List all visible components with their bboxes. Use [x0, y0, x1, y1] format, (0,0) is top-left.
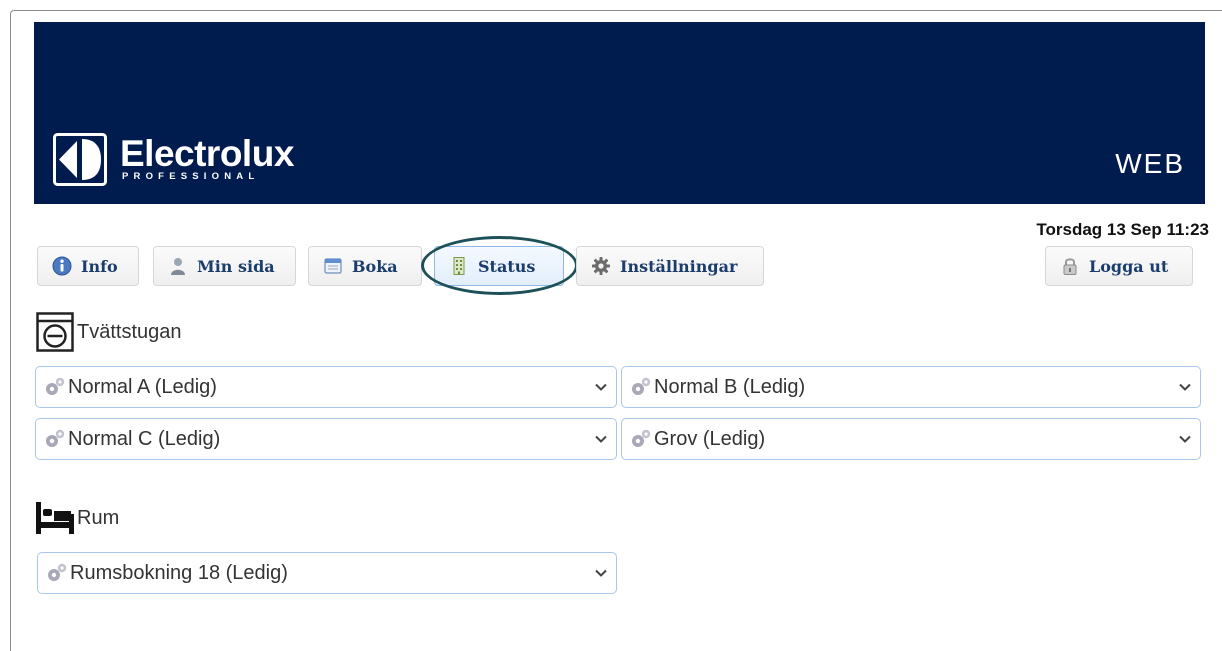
- gears-icon: [46, 563, 68, 583]
- electrolux-logo-icon: [53, 133, 107, 186]
- logout-button[interactable]: Logga ut: [1045, 246, 1193, 286]
- nav-min-sida-label: Min sida: [197, 256, 275, 276]
- laundry-title-text: Tvättstugan: [77, 320, 182, 343]
- current-datetime: Torsdag 13 Sep 11:23: [1036, 220, 1209, 239]
- nav-status-label: Status: [478, 256, 536, 276]
- electrolux-logo: Electrolux PROFESSIONAL: [53, 133, 294, 189]
- product-name: WEB: [1115, 148, 1185, 179]
- gears-icon: [630, 377, 652, 397]
- nav-boka-button[interactable]: Boka: [308, 246, 422, 286]
- chevron-down-icon: [595, 569, 607, 577]
- chevron-down-icon: [595, 383, 607, 391]
- calendar-icon: [323, 256, 343, 276]
- machine-select-normal-c[interactable]: Normal C (Ledig): [35, 418, 617, 460]
- room-select-rumsbokning-18[interactable]: Rumsbokning 18 (Ledig): [37, 552, 617, 594]
- nav-installningar-label: Inställningar: [620, 256, 738, 276]
- rooms-title-text: Rum: [77, 506, 120, 529]
- lock-icon: [1060, 256, 1080, 276]
- chevron-down-icon: [1179, 383, 1191, 391]
- machine-select-normal-a[interactable]: Normal A (Ledig): [35, 366, 617, 408]
- machine-label: Normal B (Ledig): [654, 375, 806, 398]
- logo-subtitle: PROFESSIONAL: [122, 171, 260, 182]
- bed-icon: [36, 502, 74, 534]
- chevron-down-icon: [1179, 435, 1191, 443]
- room-label: Rumsbokning 18 (Ledig): [70, 561, 288, 584]
- machine-label: Normal C (Ledig): [68, 427, 221, 450]
- info-icon: [52, 256, 72, 276]
- rooms-section-title: Rum: [36, 500, 119, 536]
- gears-icon: [44, 429, 66, 449]
- machine-label: Grov (Ledig): [654, 427, 766, 450]
- user-icon: [168, 256, 188, 276]
- nav-boka-label: Boka: [352, 256, 398, 276]
- washing-machine-icon: [36, 312, 74, 352]
- header-banner: Electrolux PROFESSIONAL WEB: [34, 22, 1205, 204]
- chevron-down-icon: [595, 435, 607, 443]
- machine-select-normal-b[interactable]: Normal B (Ledig): [621, 366, 1201, 408]
- machine-label: Normal A (Ledig): [68, 375, 217, 398]
- nav-info-button[interactable]: Info: [37, 246, 139, 286]
- laundry-section-title: Tvättstugan: [36, 312, 182, 352]
- nav-min-sida-button[interactable]: Min sida: [153, 246, 296, 286]
- nav-status-button[interactable]: Status: [434, 246, 564, 286]
- nav-info-label: Info: [81, 256, 118, 276]
- machine-select-grov[interactable]: Grov (Ledig): [621, 418, 1201, 460]
- building-icon: [449, 256, 469, 276]
- gears-icon: [630, 429, 652, 449]
- logo-wordmark: Electrolux: [120, 133, 294, 174]
- gears-icon: [44, 377, 66, 397]
- nav-installningar-button[interactable]: Inställningar: [576, 246, 764, 286]
- logout-label: Logga ut: [1089, 256, 1169, 276]
- gear-icon: [591, 256, 611, 276]
